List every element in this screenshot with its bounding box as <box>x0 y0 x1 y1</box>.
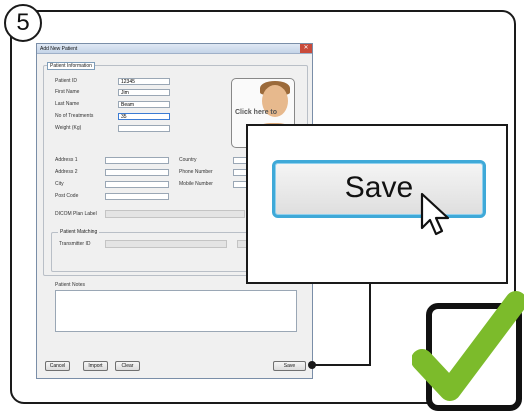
import-button[interactable]: Import <box>83 361 108 371</box>
transmitter-label: Transmitter ID <box>59 241 91 247</box>
save-zoom-callout: Save <box>246 124 508 284</box>
address1-field[interactable] <box>105 157 169 164</box>
clear-button[interactable]: Clear <box>115 361 140 371</box>
patient-id-label: Patient ID <box>55 78 77 84</box>
callout-connector <box>313 280 371 366</box>
post-code-label: Post Code <box>55 193 79 199</box>
callout-dot <box>308 361 316 369</box>
transmitter-field <box>105 240 227 248</box>
checkmark-icon <box>412 291 524 401</box>
city-field[interactable] <box>105 181 169 188</box>
dicom-label: DICOM Plan Label <box>55 211 97 217</box>
window-titlebar: Add New Patient ✕ <box>37 44 312 54</box>
weight-field[interactable] <box>118 125 170 132</box>
patient-matching-group: Patient Matching <box>51 229 251 272</box>
mobile-label: Mobile Number <box>179 181 213 187</box>
notes-label: Patient Notes <box>55 282 86 288</box>
weight-label: Weight (Kg) <box>55 125 82 131</box>
no-treatments-label: No of Treatments <box>55 113 94 119</box>
address2-field[interactable] <box>105 169 169 176</box>
country-label: Country <box>179 157 197 163</box>
phone-label: Phone Number <box>179 169 213 175</box>
first-name-field[interactable]: Jim <box>118 89 170 96</box>
address2-label: Address 2 <box>55 169 78 175</box>
no-treatments-field[interactable]: 35 <box>118 113 170 120</box>
mouse-cursor-icon <box>420 192 450 236</box>
window-title: Add New Patient <box>40 46 78 52</box>
patient-id-field[interactable]: 12345 <box>118 78 170 85</box>
patient-matching-legend: Patient Matching <box>58 229 100 235</box>
cancel-button[interactable]: Cancel <box>45 361 70 371</box>
last-name-label: Last Name <box>55 101 80 107</box>
notes-textarea[interactable] <box>55 290 297 332</box>
city-label: City <box>55 181 64 187</box>
save-button[interactable]: Save <box>273 361 306 371</box>
close-icon[interactable]: ✕ <box>300 44 312 53</box>
step-number-badge: 5 <box>4 4 42 42</box>
address1-label: Address 1 <box>55 157 78 163</box>
last-name-field[interactable]: Beam <box>118 101 170 108</box>
dicom-field <box>105 210 245 218</box>
post-code-field[interactable] <box>105 193 169 200</box>
first-name-label: First Name <box>55 89 80 95</box>
patient-info-legend: Patient Information <box>47 62 95 70</box>
photo-prompt: Click here to <box>235 109 278 116</box>
